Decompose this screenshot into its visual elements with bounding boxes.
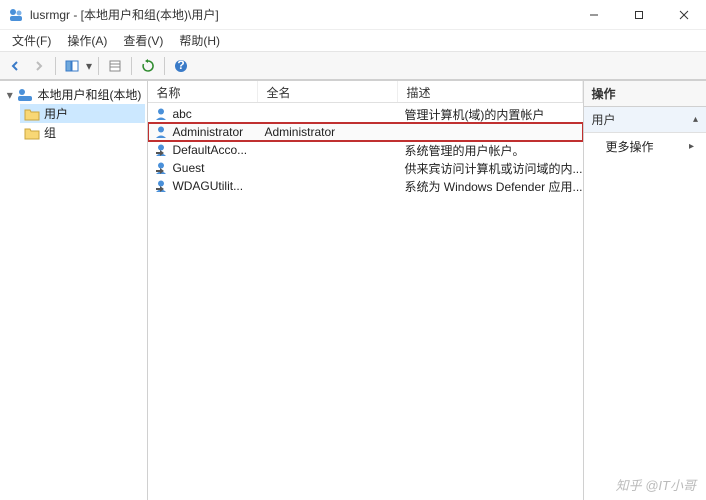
- table-row[interactable]: abc 管理计算机(域)的内置帐户: [148, 105, 582, 123]
- toolbar-separator: [131, 57, 132, 75]
- menu-bar: 文件(F) 操作(A) 查看(V) 帮助(H): [0, 30, 706, 52]
- menu-action[interactable]: 操作(A): [59, 30, 115, 51]
- table-row[interactable]: WDAGUtilit... 系统为 Windows Defender 应用...: [148, 177, 582, 195]
- table-row[interactable]: Administrator Administrator: [148, 123, 582, 141]
- tree-root-label: 本地用户和组(本地): [37, 86, 141, 103]
- chevron-down-icon[interactable]: ▾: [85, 59, 93, 73]
- list-header: 名称 全名 描述: [148, 81, 582, 103]
- svg-text:?: ?: [177, 59, 184, 72]
- toolbar-separator: [55, 57, 56, 75]
- chevron-up-icon: ▴: [693, 114, 698, 125]
- forward-button[interactable]: [28, 55, 50, 77]
- column-name[interactable]: 名称: [148, 81, 258, 102]
- list-panel: 名称 全名 描述 abc管理计算机(域)的内置帐户AdministratorAd…: [148, 81, 583, 500]
- maximize-button[interactable]: [616, 0, 661, 30]
- cell-fullname: Administrator: [264, 125, 404, 139]
- collapse-icon[interactable]: ▾: [6, 88, 13, 102]
- content-body: ▾ 本地用户和组(本地) 用户 组 名称 全名 描述 abc 管理计算机(域)的内…: [0, 80, 706, 500]
- actions-section-label: 用户: [592, 111, 616, 128]
- window-title: lusrmgr - [本地用户和组(本地)\用户]: [30, 6, 571, 23]
- cell-name: DefaultAcco...: [172, 143, 247, 157]
- cell-name: Administrator: [172, 125, 243, 139]
- menu-help[interactable]: 帮助(H): [171, 30, 228, 51]
- minimize-button[interactable]: [571, 0, 616, 30]
- tree-root[interactable]: ▾ 本地用户和组(本地): [2, 85, 145, 104]
- user-icon: [154, 107, 168, 121]
- cell-name: WDAGUtilit...: [172, 179, 243, 193]
- table-row[interactable]: DefaultAcco... 系统管理的用户帐户。: [148, 141, 582, 159]
- window-controls: [571, 0, 706, 30]
- app-icon: [8, 7, 24, 23]
- toolbar: ▾ ?: [0, 52, 706, 80]
- tree-groups[interactable]: 组: [20, 123, 145, 142]
- actions-more[interactable]: 更多操作 ▸: [584, 133, 706, 160]
- tree-users[interactable]: 用户: [20, 104, 145, 123]
- tree-groups-label: 组: [44, 124, 56, 141]
- tree-panel: ▾ 本地用户和组(本地) 用户 组: [0, 81, 148, 500]
- user-icon: [154, 125, 168, 139]
- cell-description: 供来宾访问计算机或访问域的内...: [404, 160, 582, 177]
- back-button[interactable]: [4, 55, 26, 77]
- toolbar-separator: [98, 57, 99, 75]
- user-icon: [154, 161, 168, 175]
- actions-more-label: 更多操作: [606, 138, 654, 155]
- actions-header: 操作: [584, 81, 706, 107]
- table-row[interactable]: Guest 供来宾访问计算机或访问域的内...: [148, 159, 582, 177]
- menu-file[interactable]: 文件(F): [4, 30, 59, 51]
- folder-icon: [24, 107, 40, 121]
- users-groups-icon: [17, 88, 33, 102]
- export-list-button[interactable]: [104, 55, 126, 77]
- actions-panel: 操作 用户 ▴ 更多操作 ▸: [584, 81, 706, 500]
- help-button[interactable]: ?: [170, 55, 192, 77]
- toolbar-separator: [164, 57, 165, 75]
- cell-name: abc: [172, 107, 191, 121]
- tree-users-label: 用户: [44, 105, 68, 122]
- user-icon: [154, 179, 168, 193]
- user-icon: [154, 143, 168, 157]
- cell-description: 管理计算机(域)的内置帐户: [404, 106, 582, 123]
- column-description[interactable]: 描述: [398, 81, 582, 102]
- list-body: abc管理计算机(域)的内置帐户AdministratorAdministrat…: [148, 103, 582, 500]
- title-bar: lusrmgr - [本地用户和组(本地)\用户]: [0, 0, 706, 30]
- actions-section[interactable]: 用户 ▴: [584, 107, 706, 133]
- cell-description: 系统管理的用户帐户。: [404, 142, 582, 159]
- cell-name: Guest: [172, 161, 204, 175]
- menu-view[interactable]: 查看(V): [115, 30, 171, 51]
- show-hide-tree-button[interactable]: [61, 55, 83, 77]
- folder-icon: [24, 126, 40, 140]
- chevron-right-icon: ▸: [689, 141, 694, 152]
- refresh-button[interactable]: [137, 55, 159, 77]
- column-fullname[interactable]: 全名: [258, 81, 398, 102]
- close-button[interactable]: [661, 0, 706, 30]
- cell-description: 系统为 Windows Defender 应用...: [404, 178, 582, 195]
